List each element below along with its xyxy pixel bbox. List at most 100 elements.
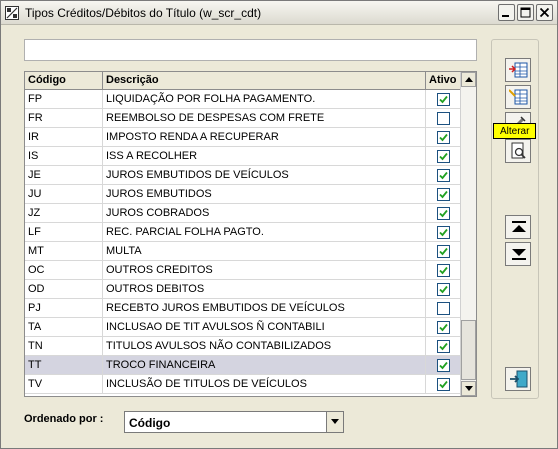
checkmark-icon xyxy=(438,133,448,141)
cell-code[interactable]: JE xyxy=(25,166,103,184)
grid-header: Código Descrição Ativo xyxy=(25,72,461,90)
cell-active xyxy=(426,90,461,108)
cell-description[interactable]: REC. PARCIAL FOLHA PAGTO. xyxy=(103,223,426,241)
cell-active xyxy=(426,185,461,203)
active-checkbox[interactable] xyxy=(436,282,450,296)
active-checkbox[interactable] xyxy=(436,320,450,334)
active-checkbox[interactable] xyxy=(436,263,450,277)
cell-description[interactable]: JUROS EMBUTIDOS xyxy=(103,185,426,203)
cell-description[interactable]: INCLUSÃO DE TITULOS DE VEÍCULOS xyxy=(103,375,426,393)
table-row[interactable]: FR REEMBOLSO DE DESPESAS COM FRETE xyxy=(25,109,461,128)
table-row[interactable]: OD OUTROS DEBITOS xyxy=(25,280,461,299)
table-row[interactable]: FP LIQUIDAÇÃO POR FOLHA PAGAMENTO. xyxy=(25,90,461,109)
header-code[interactable]: Código xyxy=(25,72,103,90)
vertical-scrollbar[interactable] xyxy=(460,72,476,396)
maximize-button[interactable] xyxy=(517,4,534,21)
header-description[interactable]: Descrição xyxy=(103,72,426,90)
cell-description[interactable]: JUROS EMBUTIDOS DE VEÍCULOS xyxy=(103,166,426,184)
table-row[interactable]: TA INCLUSAO DE TIT AVULSOS Ñ CONTABILI xyxy=(25,318,461,337)
scroll-top-button[interactable] xyxy=(505,215,531,239)
order-label: Ordenado por : xyxy=(24,413,104,425)
cell-code[interactable]: MT xyxy=(25,242,103,260)
cell-active xyxy=(426,299,461,317)
insert-row-button[interactable] xyxy=(505,58,531,82)
checkmark-icon xyxy=(438,342,448,350)
cell-code[interactable]: OD xyxy=(25,280,103,298)
cell-description[interactable]: TITULOS AVULSOS NÃO CONTABILIZADOS xyxy=(103,337,426,355)
active-checkbox[interactable] xyxy=(436,111,450,125)
active-checkbox[interactable] xyxy=(436,377,450,391)
search-icon xyxy=(511,142,526,159)
checkmark-icon xyxy=(438,171,448,179)
cell-description[interactable]: TROCO FINANCEIRA xyxy=(103,356,426,374)
cell-code[interactable]: TA xyxy=(25,318,103,336)
cell-description[interactable]: IMPOSTO RENDA A RECUPERAR xyxy=(103,128,426,146)
cell-code[interactable]: LF xyxy=(25,223,103,241)
active-checkbox[interactable] xyxy=(436,92,450,106)
cell-code[interactable]: JZ xyxy=(25,204,103,222)
scroll-up-button[interactable] xyxy=(461,72,476,87)
active-checkbox[interactable] xyxy=(436,301,450,315)
cell-description[interactable]: RECEBTO JUROS EMBUTIDOS DE VEÍCULOS xyxy=(103,299,426,317)
table-row[interactable]: TT TROCO FINANCEIRA xyxy=(25,356,461,375)
cell-description[interactable]: REEMBOLSO DE DESPESAS COM FRETE xyxy=(103,109,426,127)
table-row[interactable]: PJ RECEBTO JUROS EMBUTIDOS DE VEÍCULOS xyxy=(25,299,461,318)
table-row[interactable]: TV INCLUSÃO DE TITULOS DE VEÍCULOS xyxy=(25,375,461,394)
active-checkbox[interactable] xyxy=(436,168,450,182)
table-row[interactable]: IS ISS A RECOLHER xyxy=(25,147,461,166)
active-checkbox[interactable] xyxy=(436,339,450,353)
cell-active xyxy=(426,280,461,298)
active-checkbox[interactable] xyxy=(436,225,450,239)
cell-description[interactable]: JUROS COBRADOS xyxy=(103,204,426,222)
cell-code[interactable]: IS xyxy=(25,147,103,165)
cell-description[interactable]: ISS A RECOLHER xyxy=(103,147,426,165)
active-checkbox[interactable] xyxy=(436,206,450,220)
scroll-up-icon xyxy=(512,221,526,232)
cell-active xyxy=(426,375,461,393)
close-button[interactable] xyxy=(536,4,553,21)
scroll-bottom-button[interactable] xyxy=(505,242,531,266)
cell-code[interactable]: PJ xyxy=(25,299,103,317)
checkmark-icon xyxy=(438,228,448,236)
cell-description[interactable]: INCLUSAO DE TIT AVULSOS Ñ CONTABILI xyxy=(103,318,426,336)
cell-description[interactable]: OUTROS DEBITOS xyxy=(103,280,426,298)
table-row[interactable]: MT MULTA xyxy=(25,242,461,261)
table-row[interactable]: LF REC. PARCIAL FOLHA PAGTO. xyxy=(25,223,461,242)
table-row[interactable]: JZ JUROS COBRADOS xyxy=(25,204,461,223)
exit-button[interactable] xyxy=(505,367,531,391)
cell-code[interactable]: TT xyxy=(25,356,103,374)
dropdown-button[interactable] xyxy=(326,412,343,432)
minimize-button[interactable] xyxy=(498,4,515,21)
cell-description[interactable]: MULTA xyxy=(103,242,426,260)
active-checkbox[interactable] xyxy=(436,358,450,372)
cell-code[interactable]: IR xyxy=(25,128,103,146)
scroll-thumb[interactable] xyxy=(461,320,476,380)
active-checkbox[interactable] xyxy=(436,244,450,258)
active-checkbox[interactable] xyxy=(436,149,450,163)
active-checkbox[interactable] xyxy=(436,187,450,201)
filter-input[interactable] xyxy=(24,39,477,61)
cell-code[interactable]: OC xyxy=(25,261,103,279)
table-row[interactable]: JE JUROS EMBUTIDOS DE VEÍCULOS xyxy=(25,166,461,185)
cell-description[interactable]: LIQUIDAÇÃO POR FOLHA PAGAMENTO. xyxy=(103,90,426,108)
maximize-icon xyxy=(520,7,531,18)
edit-row-button[interactable] xyxy=(505,85,531,109)
order-by-select[interactable]: Código xyxy=(124,411,344,433)
cell-code[interactable]: JU xyxy=(25,185,103,203)
table-row[interactable]: IR IMPOSTO RENDA A RECUPERAR xyxy=(25,128,461,147)
cell-description[interactable]: OUTROS CREDITOS xyxy=(103,261,426,279)
cell-active xyxy=(426,204,461,222)
table-row[interactable]: TN TITULOS AVULSOS NÃO CONTABILIZADOS xyxy=(25,337,461,356)
cell-code[interactable]: TV xyxy=(25,375,103,393)
scroll-down-button[interactable] xyxy=(461,381,476,396)
cell-code[interactable]: FR xyxy=(25,109,103,127)
cell-code[interactable]: FP xyxy=(25,90,103,108)
search-button[interactable] xyxy=(505,139,531,163)
checkmark-icon xyxy=(438,361,448,369)
cell-code[interactable]: TN xyxy=(25,337,103,355)
active-checkbox[interactable] xyxy=(436,130,450,144)
header-active[interactable]: Ativo xyxy=(426,72,461,90)
table-row[interactable]: OC OUTROS CREDITOS xyxy=(25,261,461,280)
table-row[interactable]: JU JUROS EMBUTIDOS xyxy=(25,185,461,204)
title-bar[interactable]: Tipos Créditos/Débitos do Título (w_scr_… xyxy=(1,1,557,25)
